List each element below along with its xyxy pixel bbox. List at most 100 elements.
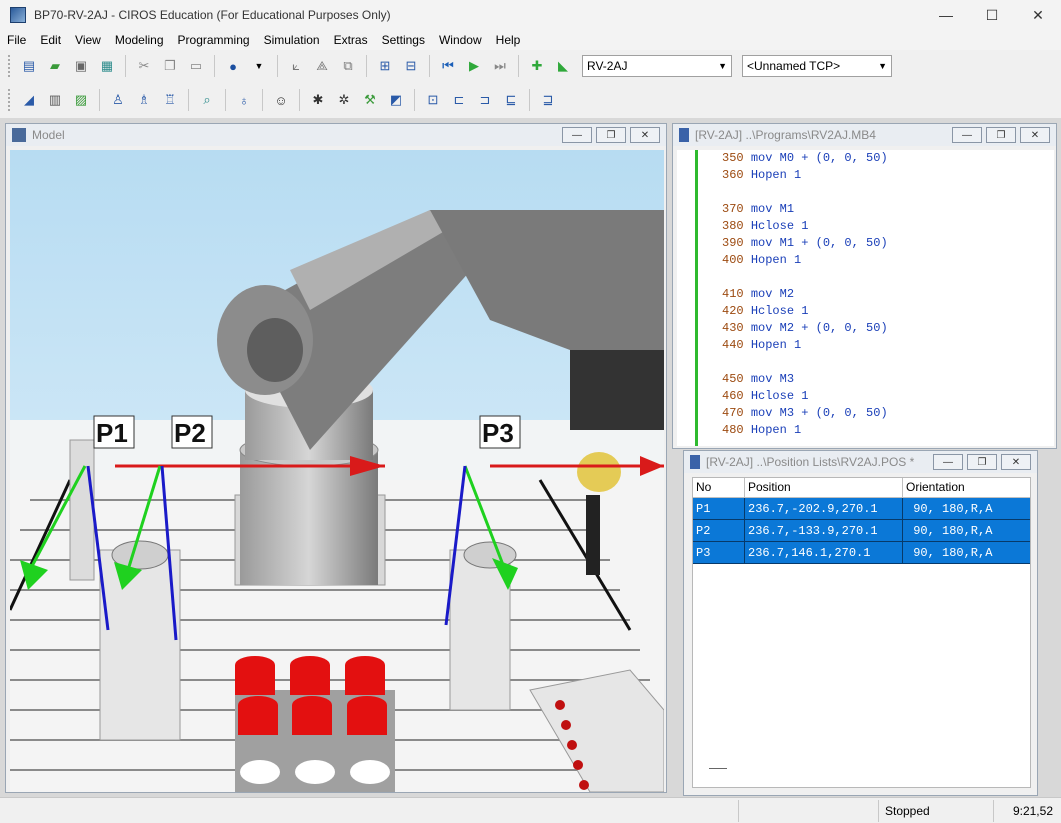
- copy-icon[interactable]: ❐: [159, 55, 181, 77]
- code-command: Hclose: [750, 389, 795, 403]
- menu-file[interactable]: File: [0, 30, 33, 50]
- column-header-orientation[interactable]: Orientation: [903, 478, 1030, 497]
- code-line[interactable]: 380 Hclose 1: [722, 218, 808, 235]
- frame-1-icon[interactable]: ⊏: [448, 89, 470, 111]
- code-line[interactable]: 430 mov M2 + (0, 0, 50): [722, 320, 888, 337]
- maximize-button[interactable]: ☐: [969, 0, 1015, 30]
- close-button[interactable]: ✕: [1015, 0, 1061, 30]
- toolbar-grip[interactable]: [8, 55, 12, 77]
- menu-view[interactable]: View: [68, 30, 108, 50]
- menu-help[interactable]: Help: [489, 30, 528, 50]
- frame-icon[interactable]: ⧉: [337, 55, 359, 77]
- column-header-position[interactable]: Position: [745, 478, 903, 497]
- bug-step-icon[interactable]: ✲: [333, 89, 355, 111]
- position-minimize-button[interactable]: —: [933, 454, 963, 470]
- robot-arm-icon[interactable]: ♙: [107, 89, 129, 111]
- robot-select[interactable]: RV-2AJ ▼: [582, 55, 732, 77]
- model-minimize-button[interactable]: —: [562, 127, 592, 143]
- menu-modeling[interactable]: Modeling: [108, 30, 171, 50]
- paste-icon[interactable]: ▭: [185, 55, 207, 77]
- code-line[interactable]: 450 mov M3: [722, 371, 794, 388]
- axis-icon[interactable]: ⟀: [285, 55, 307, 77]
- robot-import-icon[interactable]: ◢: [18, 89, 40, 111]
- frame-3-icon[interactable]: ⊑: [500, 89, 522, 111]
- table-row[interactable]: P2 236.7,-133.9,270.1 90, 180,R,A: [693, 520, 1030, 542]
- frame-2-icon[interactable]: ⊐: [474, 89, 496, 111]
- code-command: Hopen: [750, 168, 787, 182]
- main-toolbar: ▤ ▰ ▣ ▦ ✂ ❐ ▭ ● ▼ ⟀ ⟁ ⧉ ⊞ ⊟ ⏮ ▶ ⏭ ✚ ◣ RV…: [0, 50, 1061, 82]
- table-cell-orientation: 90, 180,R,A: [906, 546, 993, 560]
- code-line[interactable]: 400 Hopen 1: [722, 252, 801, 269]
- toolbar-separator: [225, 89, 226, 111]
- code-line[interactable]: 420 Hclose 1: [722, 303, 808, 320]
- code-argument: 1: [794, 423, 802, 437]
- column-header-no[interactable]: No: [693, 478, 745, 497]
- code-editor[interactable]: 350 mov M0 + (0, 0, 50) 360 Hopen 1 370 mo…: [677, 150, 1054, 446]
- toolbar-grip[interactable]: [8, 89, 12, 111]
- save-all-icon[interactable]: ▦: [96, 55, 118, 77]
- program-restore-button[interactable]: ❐: [986, 127, 1016, 143]
- model-window-title: Model: [32, 128, 65, 142]
- bug-icon[interactable]: ✱: [307, 89, 329, 111]
- code-line[interactable]: 370 mov M1: [722, 201, 794, 218]
- hammer-icon[interactable]: ⚒: [359, 89, 381, 111]
- code-line[interactable]: 410 mov M2: [722, 286, 794, 303]
- step-icon[interactable]: ⏭: [489, 55, 511, 77]
- open-folder-icon[interactable]: ▰: [44, 55, 66, 77]
- code-line[interactable]: 360 Hopen 1: [722, 167, 801, 184]
- point-label-p3: P3: [482, 418, 514, 448]
- stethoscope-icon[interactable]: ♁: [233, 89, 255, 111]
- search-icon[interactable]: ⌕: [196, 89, 218, 111]
- program-close-button[interactable]: ✕: [1020, 127, 1050, 143]
- code-argument: M1: [779, 202, 795, 216]
- line-number: 420: [722, 304, 744, 318]
- new-file-icon[interactable]: ▤: [18, 55, 40, 77]
- robot-arm-check-icon[interactable]: ♖: [159, 89, 181, 111]
- code-line[interactable]: 460 Hclose 1: [722, 388, 808, 405]
- model-restore-button[interactable]: ❐: [596, 127, 626, 143]
- text-edit-icon[interactable]: ⊒: [537, 89, 559, 111]
- save-icon[interactable]: ▣: [70, 55, 92, 77]
- cell-icon[interactable]: ▥: [44, 89, 66, 111]
- position-restore-button[interactable]: ❐: [967, 454, 997, 470]
- table-row[interactable]: P1 236.7,-202.9,270.1 90, 180,R,A: [693, 498, 1030, 520]
- code-line[interactable]: 470 mov M3 + (0, 0, 50): [722, 405, 888, 422]
- menu-simulation[interactable]: Simulation: [257, 30, 327, 50]
- position-window-title: [RV-2AJ] ..\Position Lists\RV2AJ.POS *: [706, 455, 915, 469]
- program-minimize-button[interactable]: —: [952, 127, 982, 143]
- robot-arm-edit-icon[interactable]: ♗: [133, 89, 155, 111]
- menu-window[interactable]: Window: [432, 30, 489, 50]
- globe-icon[interactable]: ●: [222, 55, 244, 77]
- axis-rotate-icon[interactable]: ⟁: [311, 55, 333, 77]
- menu-extras[interactable]: Extras: [327, 30, 375, 50]
- tcp-select[interactable]: <Unnamed TCP> ▼: [742, 55, 892, 77]
- table-row[interactable]: P3 236.7,146.1,270.1 90, 180,R,A: [693, 542, 1030, 564]
- code-line[interactable]: 390 mov M1 + (0, 0, 50): [722, 235, 888, 252]
- position-close-button[interactable]: ✕: [1001, 454, 1031, 470]
- line-number: 470: [722, 406, 744, 420]
- chevron-down-icon[interactable]: ▼: [248, 55, 270, 77]
- menu-edit[interactable]: Edit: [33, 30, 68, 50]
- minimize-button[interactable]: —: [923, 0, 969, 30]
- play-icon[interactable]: ▶: [463, 55, 485, 77]
- teach-icon[interactable]: ◣: [552, 55, 574, 77]
- tool-icon[interactable]: ◩: [385, 89, 407, 111]
- code-command: Hopen: [750, 253, 787, 267]
- model-close-button[interactable]: ✕: [630, 127, 660, 143]
- menu-settings[interactable]: Settings: [375, 30, 432, 50]
- grid-icon[interactable]: ⊞: [374, 55, 396, 77]
- table-cell-orientation: 90, 180,R,A: [906, 524, 993, 538]
- image-icon[interactable]: ▨: [70, 89, 92, 111]
- code-line[interactable]: 350 mov M0 + (0, 0, 50): [722, 150, 888, 167]
- reset-icon[interactable]: ⏮: [437, 55, 459, 77]
- user-icon[interactable]: ☺: [270, 89, 292, 111]
- cut-icon[interactable]: ✂: [133, 55, 155, 77]
- code-line[interactable]: 440 Hopen 1: [722, 337, 801, 354]
- layout-icon[interactable]: ⊟: [400, 55, 422, 77]
- code-line[interactable]: 480 Hopen 1: [722, 422, 801, 439]
- frame-select-icon[interactable]: ⊡: [422, 89, 444, 111]
- add-point-icon[interactable]: ✚: [526, 55, 548, 77]
- toolbar-separator: [414, 89, 415, 111]
- 3d-viewport[interactable]: P1 P2 P3: [10, 150, 664, 792]
- menu-programming[interactable]: Programming: [171, 30, 257, 50]
